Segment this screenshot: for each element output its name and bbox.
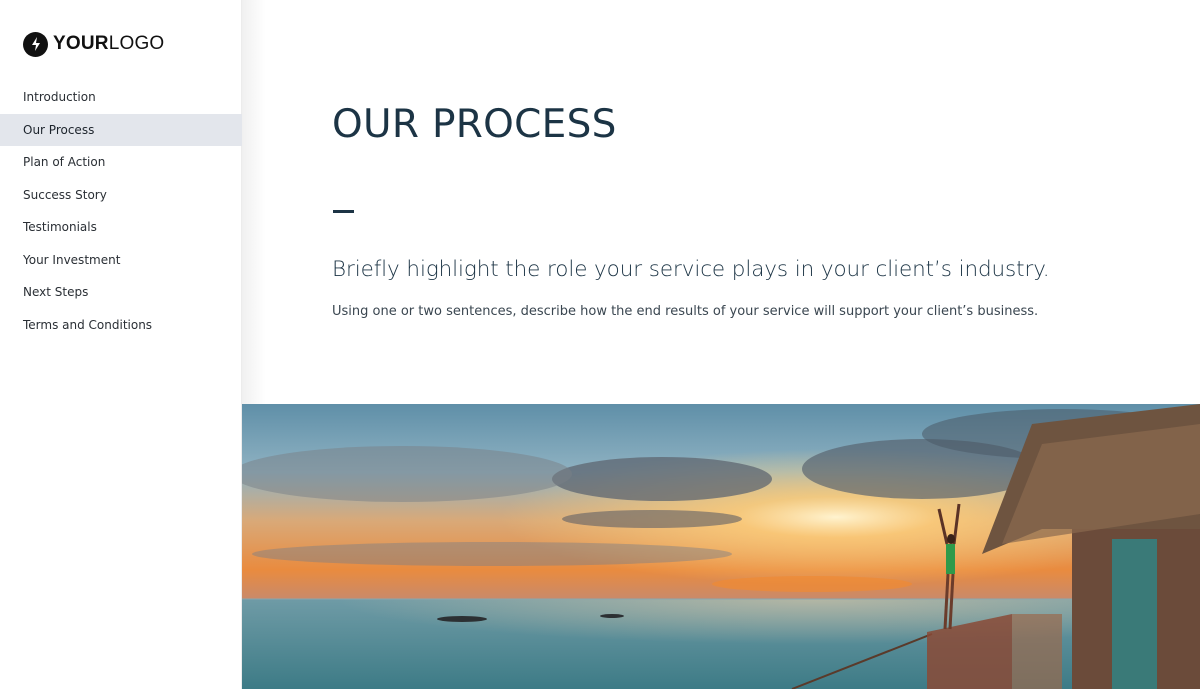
sunset-beach-photo bbox=[242, 404, 1200, 689]
sidebar-item-plan-of-action[interactable]: Plan of Action bbox=[0, 146, 242, 179]
logo-text-bold: YOUR bbox=[53, 33, 109, 54]
logo-text-light: LOGO bbox=[108, 33, 165, 54]
sidebar-nav: Introduction Our Process Plan of Action … bbox=[0, 81, 242, 341]
body-text: Using one or two sentences, describe how… bbox=[332, 304, 1039, 319]
sidebar: YOURLOGO Introduction Our Process Plan o… bbox=[0, 0, 242, 689]
lightning-bolt-icon bbox=[23, 31, 48, 57]
logo[interactable]: YOURLOGO bbox=[23, 31, 164, 57]
sidebar-item-terms-and-conditions[interactable]: Terms and Conditions bbox=[0, 309, 242, 342]
page-title: OUR PROCESS bbox=[332, 102, 617, 147]
sidebar-item-next-steps[interactable]: Next Steps bbox=[0, 276, 242, 309]
sidebar-item-our-process[interactable]: Our Process bbox=[0, 113, 242, 146]
sidebar-shadow bbox=[242, 0, 266, 404]
lead-text: Briefly highlight the role your service … bbox=[332, 257, 1050, 282]
sidebar-item-success-story[interactable]: Success Story bbox=[0, 179, 242, 212]
sidebar-item-your-investment[interactable]: Your Investment bbox=[0, 244, 242, 277]
hero-image bbox=[242, 404, 1200, 689]
main-content: OUR PROCESS Briefly highlight the role y… bbox=[242, 0, 1200, 689]
logo-text: YOURLOGO bbox=[53, 33, 164, 55]
title-divider bbox=[333, 210, 354, 213]
sidebar-item-testimonials[interactable]: Testimonials bbox=[0, 211, 242, 244]
sidebar-item-introduction[interactable]: Introduction bbox=[0, 81, 242, 114]
